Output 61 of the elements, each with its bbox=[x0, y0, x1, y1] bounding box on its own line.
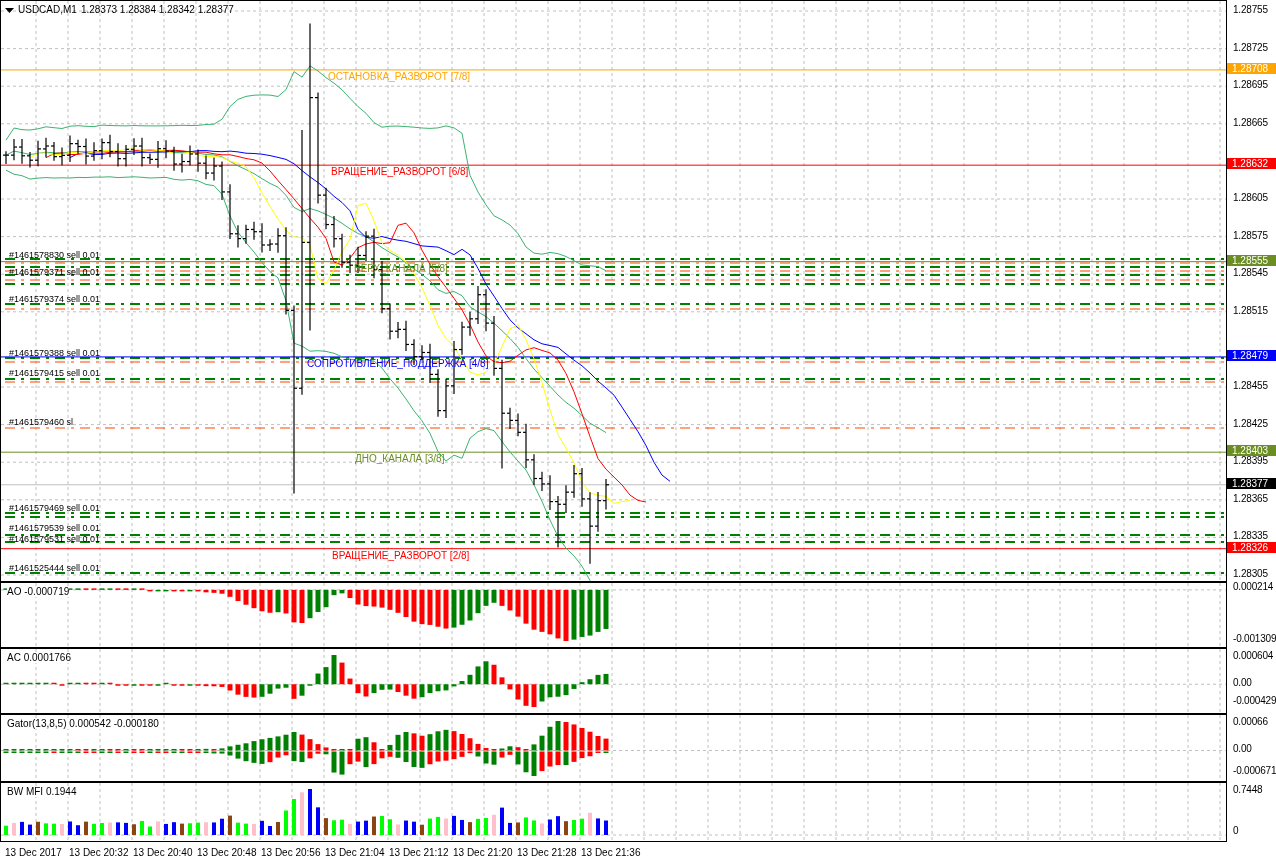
price-tick-label: 1.28455 bbox=[1233, 381, 1268, 391]
price-tick-label: 1.28395 bbox=[1233, 456, 1268, 467]
quote-values: 1.28373 1.28384 1.28342 1.28377 bbox=[80, 4, 234, 16]
order-label: #1461579531 sell 0.01 bbox=[9, 534, 101, 544]
order-label: #1461579469 sell 0.01 bbox=[9, 503, 101, 513]
order-label: #1461579460 sl bbox=[9, 417, 74, 427]
price-tick-label: 1.28725 bbox=[1233, 42, 1268, 53]
order-label: #1461579388 sell 0.01 bbox=[9, 348, 101, 358]
symbol-label: USDCAD,M1 bbox=[18, 4, 77, 16]
time-label: 13 Dec 21:20 bbox=[453, 847, 513, 858]
level-label: ОСТАНОВКА_РАЗВОРОТ [7/8] bbox=[328, 70, 471, 82]
indicator-label: AC 0.0001766 bbox=[7, 652, 71, 663]
indicator-label: AO -0.000719 bbox=[7, 586, 70, 597]
order-label: #1461525444 sell 0.01 bbox=[9, 563, 101, 573]
price-tick-label: 1.28305 bbox=[1233, 569, 1268, 579]
indicator-label: BW MFI 0.1944 bbox=[7, 786, 77, 797]
price-tag: 1.28403 bbox=[1227, 445, 1276, 457]
scale-label: 0.000604 bbox=[1233, 651, 1274, 661]
scale-label: 0.000214 bbox=[1233, 582, 1274, 592]
level-label: ДНО_КАНАЛА [3/8] bbox=[355, 453, 445, 465]
scale-label: 0.00066 bbox=[1233, 717, 1268, 727]
price-tick-label: 1.28515 bbox=[1233, 305, 1268, 316]
price-tag: 1.28555 bbox=[1227, 254, 1276, 266]
price-tick-label: 1.28425 bbox=[1233, 418, 1268, 429]
time-label: 13 Dec 20:40 bbox=[133, 847, 193, 858]
price-tick-label: 1.28365 bbox=[1233, 493, 1268, 504]
price-tag: 1.28326 bbox=[1227, 541, 1276, 553]
price-tick-label: 1.28335 bbox=[1233, 531, 1268, 542]
current-price-tag: 1.28377 bbox=[1227, 477, 1276, 489]
price-tick-label: 1.28605 bbox=[1233, 193, 1268, 203]
indicator-label: Gator(13,8,5) 0.000542 -0.000180 bbox=[7, 718, 159, 729]
price-tick-label: 1.28545 bbox=[1233, 268, 1268, 279]
time-label: 13 Dec 21:28 bbox=[517, 847, 577, 858]
scale-label: 0.7448 bbox=[1233, 785, 1263, 795]
time-label: 13 Dec 2017 bbox=[5, 847, 62, 858]
time-label: 13 Dec 20:32 bbox=[69, 847, 129, 858]
price-tick-label: 1.28575 bbox=[1233, 230, 1268, 241]
price-tag: 1.28708 bbox=[1227, 62, 1276, 74]
level-label: ВРАЩЕНИЕ_РАЗВОРОТ [6/8] bbox=[331, 166, 469, 178]
time-label: 13 Dec 21:04 bbox=[325, 847, 385, 858]
price-tag: 1.28479 bbox=[1227, 349, 1276, 361]
order-label: #1461579371 sell 0.01 bbox=[9, 267, 101, 277]
price-tick-label: 1.28755 bbox=[1233, 5, 1268, 15]
scale-label: 0.00 bbox=[1233, 744, 1252, 754]
time-label: 13 Dec 20:56 bbox=[261, 847, 321, 858]
order-label: #1461579415 sell 0.01 bbox=[9, 368, 101, 378]
time-label: 13 Dec 21:36 bbox=[581, 847, 641, 858]
order-label: #1461579539 sell 0.01 bbox=[9, 523, 101, 533]
time-label: 13 Dec 21:12 bbox=[389, 847, 449, 858]
order-label: #1461578830 sell 0.01 bbox=[9, 250, 101, 260]
time-label: 13 Dec 20:48 bbox=[197, 847, 257, 858]
level-label: ВРАЩЕНИЕ_РАЗВОРОТ [2/8] bbox=[332, 549, 470, 561]
price-tick-label: 1.28695 bbox=[1233, 80, 1268, 91]
order-label: #1461579374 sell 0.01 bbox=[9, 294, 101, 304]
price-tick-label: 1.28665 bbox=[1233, 117, 1268, 128]
scale-label: 0 bbox=[1233, 826, 1239, 836]
scale-label: -0.000429 bbox=[1233, 696, 1276, 706]
scale-label: -0.000671 bbox=[1233, 766, 1276, 776]
scale-label: -0.001309 bbox=[1233, 634, 1276, 644]
price-tag: 1.28632 bbox=[1227, 158, 1276, 170]
scale-label: 0.00 bbox=[1233, 678, 1252, 688]
